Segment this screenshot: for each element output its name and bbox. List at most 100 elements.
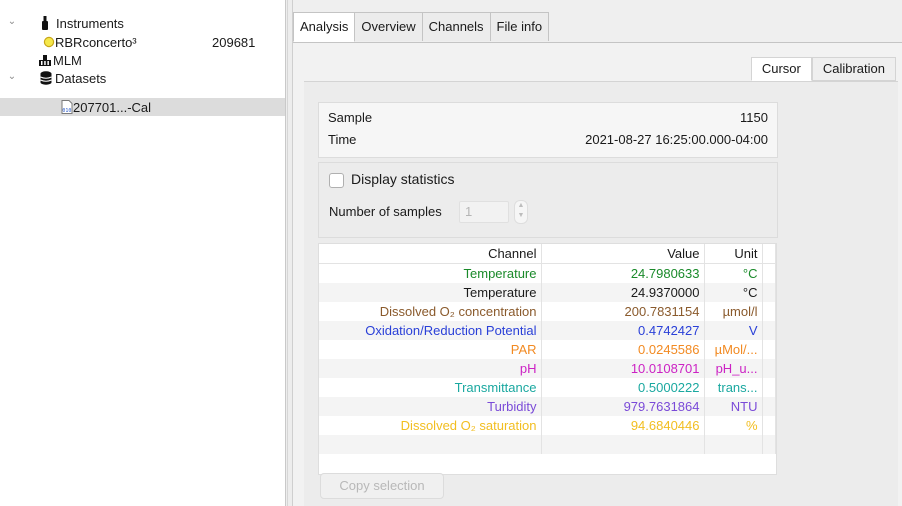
cell-unit — [704, 435, 763, 454]
cell-channel: Turbidity — [319, 397, 542, 416]
table-header-row: Channel Value Unit — [319, 244, 776, 264]
column-header-unit[interactable]: Unit — [704, 244, 763, 264]
table-row[interactable]: Dissolved O₂ concentration 200.7831154 µmo… — [319, 302, 776, 321]
cell-channel: Transmittance — [319, 378, 542, 397]
table-row[interactable]: PAR 0.0245586 µMol/... — [319, 340, 776, 359]
cell-filler — [762, 283, 776, 302]
cell-value: 979.7631864 — [541, 397, 705, 416]
cell-filler — [762, 321, 776, 340]
instrument-icon — [38, 16, 52, 30]
tree-node-instruments[interactable]: ⌄ Instruments — [0, 14, 285, 32]
cell-unit: µMol/... — [704, 340, 763, 359]
display-statistics-label: Display statistics — [351, 171, 455, 187]
tree-node-dataset-file[interactable]: 010 207701...-Cal — [0, 98, 285, 116]
sample-label: Sample — [328, 110, 373, 125]
cell-value — [541, 435, 705, 454]
cell-unit: % — [704, 416, 763, 435]
cell-unit: trans... — [704, 378, 763, 397]
cell-value: 24.9370000 — [541, 283, 705, 302]
tree-panel: ⌄ Instruments RBRconcerto³ 209681 MLM ⌄ … — [0, 0, 286, 506]
channel-table-body: Temperature 24.7980633 °C Temperature 24.937… — [319, 263, 776, 454]
cell-filler — [762, 378, 776, 397]
copy-selection-button[interactable]: Copy selection — [320, 473, 444, 499]
main-tabs: Analysis Overview Channels File info — [293, 12, 550, 42]
cell-filler — [762, 263, 776, 283]
tab-overview[interactable]: Overview — [355, 12, 423, 41]
column-header-filler — [762, 244, 776, 264]
cell-value: 10.0108701 — [541, 359, 705, 378]
tree-label-instruments: Instruments — [56, 15, 124, 31]
cell-channel: PAR — [319, 340, 542, 359]
tab-file-info[interactable]: File info — [490, 12, 550, 41]
cell-filler — [762, 435, 776, 454]
cell-value: 200.7831154 — [541, 302, 705, 321]
tab-analysis[interactable]: Analysis — [293, 12, 356, 42]
cell-channel: Dissolved O₂ concentration — [319, 302, 542, 321]
tree-label-dataset-file: 207701...-Cal — [73, 99, 152, 115]
cell-filler — [762, 340, 776, 359]
instrument-serial: 209681 — [212, 34, 256, 50]
cell-filler — [762, 359, 776, 378]
binary-file-icon: 010 — [60, 100, 74, 114]
table-row-empty[interactable] — [319, 435, 776, 454]
sub-tabs: Cursor Calibration — [750, 57, 896, 81]
cell-channel: Oxidation/Reduction Potential — [319, 321, 542, 340]
table-row[interactable]: Turbidity 979.7631864 NTU — [319, 397, 776, 416]
cell-filler — [762, 302, 776, 321]
tab-cursor[interactable]: Cursor — [750, 57, 812, 81]
table-row[interactable]: Temperature 24.7980633 °C — [319, 263, 776, 283]
cell-unit: °C — [704, 263, 763, 283]
channel-table[interactable]: Channel Value Unit Temperature 24.7980633… — [318, 243, 777, 475]
time-label: Time — [328, 132, 357, 147]
tree-node-mlm[interactable]: MLM — [0, 51, 285, 69]
table-row[interactable]: Dissolved O₂ saturation 94.6840446% — [319, 416, 776, 435]
cell-unit: °C — [704, 283, 763, 302]
tree-label-rbrconcerto: RBRconcerto³ — [55, 34, 137, 50]
cell-channel — [319, 435, 542, 454]
cell-unit: NTU — [704, 397, 763, 416]
cursor-panel: Sample 1150 Time 2021-08-27 16:25:00.000… — [304, 81, 898, 506]
tab-calibration[interactable]: Calibration — [811, 57, 896, 81]
cell-unit: V — [704, 321, 763, 340]
number-of-samples-label: Number of samples — [329, 204, 442, 219]
time-row: Time 2021-08-27 16:25:00.000-04:00 — [328, 130, 768, 150]
cell-channel: pH — [319, 359, 542, 378]
database-icon — [39, 71, 53, 85]
tree-node-datasets[interactable]: ⌄ Datasets — [0, 69, 285, 87]
tree-node-rbrconcerto[interactable]: RBRconcerto³ 209681 — [0, 33, 285, 51]
cell-unit: pH_u... — [704, 359, 763, 378]
mlm-icon — [38, 53, 52, 67]
cell-channel: Dissolved O₂ saturation — [319, 416, 542, 435]
number-of-samples-value: 1 — [465, 204, 473, 219]
time-value: 2021-08-27 16:25:00.000-04:00 — [585, 132, 768, 147]
table-row[interactable]: pH 10.0108701 pH_u... — [319, 359, 776, 378]
samples-stepper-icon[interactable]: ▲ ▼ — [514, 200, 528, 224]
right-panel: Analysis Overview Channels File info Cur… — [293, 0, 902, 506]
panel-splitter[interactable] — [286, 0, 293, 506]
number-of-samples-input[interactable]: 1 — [459, 201, 509, 223]
cell-filler — [762, 397, 776, 416]
svg-text:010: 010 — [62, 108, 71, 114]
tab-channels[interactable]: Channels — [422, 12, 491, 41]
splitter-grip[interactable] — [287, 0, 288, 506]
yellow-circle-icon — [42, 35, 56, 49]
chevron-down-icon[interactable]: ⌄ — [6, 16, 18, 28]
cell-value: 24.7980633 — [541, 263, 705, 283]
cell-value: 0.0245586 — [541, 340, 705, 359]
cell-filler — [762, 416, 776, 435]
table-row[interactable]: Oxidation/Reduction Potential 0.4742427 V — [319, 321, 776, 340]
tree-label-datasets: Datasets — [55, 70, 107, 86]
sample-row: Sample 1150 — [328, 108, 768, 128]
table-row[interactable]: Temperature 24.9370000 °C — [319, 283, 776, 302]
cell-value: 0.4742427 — [541, 321, 705, 340]
column-header-channel[interactable]: Channel — [319, 244, 542, 264]
tree-label-mlm: MLM — [53, 52, 82, 68]
display-statistics-checkbox[interactable] — [329, 173, 344, 188]
sample-value: 1150 — [740, 110, 768, 125]
chevron-down-icon[interactable]: ⌄ — [6, 71, 18, 83]
table-row[interactable]: Transmittance 0.5000222 trans... — [319, 378, 776, 397]
cell-unit: µmol/l — [704, 302, 763, 321]
analysis-content: Cursor Calibration Sample 1150 Time 2021… — [293, 43, 902, 506]
column-header-value[interactable]: Value — [541, 244, 705, 264]
cell-channel: Temperature — [319, 283, 542, 302]
